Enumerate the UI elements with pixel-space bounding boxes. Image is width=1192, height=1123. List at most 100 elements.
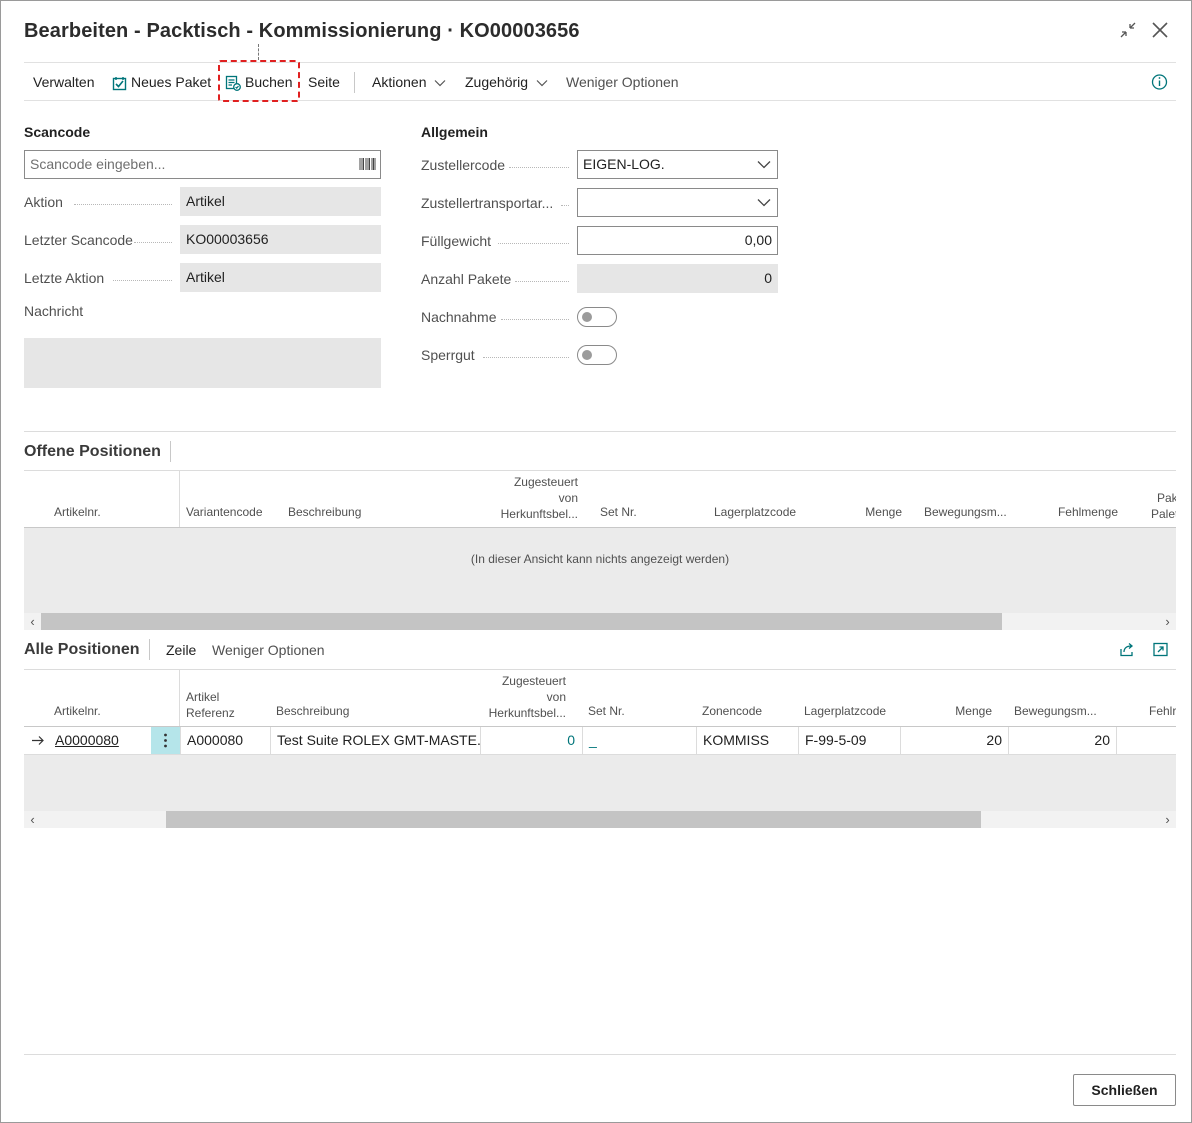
horizontal-scrollbar[interactable]: ‹ › [24, 613, 1176, 630]
col-zugesteuert-1[interactable]: Zugesteuert [478, 474, 578, 490]
zustellercode-select[interactable]: EIGEN-LOG. [577, 150, 778, 179]
focus-connector [258, 44, 259, 60]
footer-divider [24, 1054, 1176, 1055]
chevron-down-icon[interactable] [757, 198, 771, 207]
col-menge[interactable]: Menge [934, 703, 992, 719]
letzte-aktion-field: Artikel [180, 263, 381, 292]
weniger-optionen-button[interactable]: Weniger Optionen [566, 63, 679, 101]
aktionen-menu[interactable]: Aktionen [372, 63, 446, 101]
zustellertransportart-label: Zustellertransportar... [421, 195, 554, 211]
scroll-left-icon[interactable]: ‹ [24, 811, 41, 828]
zustellertransportart-select[interactable] [577, 188, 778, 217]
cell-zugesteuert[interactable]: 0 [481, 727, 581, 754]
col-set-nr[interactable]: Set Nr. [600, 504, 637, 520]
col-fehlmenge[interactable]: Fehlr [1149, 703, 1176, 719]
zustellercode-label: Zustellercode [421, 157, 506, 173]
zugehoerig-menu[interactable]: Zugehörig [465, 63, 548, 101]
col-artikelnr[interactable]: Artikelnr. [54, 504, 101, 520]
scancode-input[interactable]: Scancode eingeben... [24, 150, 381, 179]
offene-positionen-title: Offene Positionen [24, 443, 161, 460]
alle-positionen-grid: Artikelnr. Artikel Referenz Beschreibung… [24, 670, 1176, 830]
row-actions-button[interactable] [151, 727, 180, 754]
new-package-icon [112, 76, 127, 91]
schliessen-button[interactable]: Schließen [1073, 1074, 1176, 1106]
alle-positionen-title: Alle Positionen [24, 641, 140, 658]
divider [24, 431, 1176, 432]
col-zugesteuert-2: von [546, 690, 566, 704]
verwalten-menu[interactable]: Verwalten [33, 63, 94, 101]
field-dots [561, 205, 569, 206]
neues-paket-button[interactable]: Neues Paket [112, 63, 211, 101]
expand-icon[interactable] [1153, 642, 1168, 657]
nachnahme-label: Nachnahme [421, 309, 497, 325]
empty-area [24, 755, 1176, 811]
more-vertical-icon [164, 733, 167, 748]
chevron-down-icon [434, 79, 446, 87]
aktion-field: Artikel [180, 187, 381, 216]
neues-paket-label: Neues Paket [131, 74, 212, 90]
col-artikel-referenz-1[interactable]: Artikel [186, 689, 219, 705]
scroll-right-icon[interactable]: › [1159, 613, 1176, 630]
seite-menu[interactable]: Seite [308, 63, 340, 101]
table-row[interactable]: A0000080 A000080 Test Suite ROLEX GMT-MA… [24, 727, 1176, 755]
field-dots [113, 280, 172, 281]
aktion-label: Aktion [24, 194, 63, 210]
col-set-nr[interactable]: Set Nr. [588, 703, 625, 719]
field-dots [498, 243, 569, 244]
col-bewegungsmenge[interactable]: Bewegungsm... [924, 504, 1007, 520]
action-bar: Verwalten Neues Paket Buchen Seite Aktio… [24, 62, 1176, 101]
cell-bewegungsmenge[interactable]: 20 [1009, 727, 1116, 754]
scancode-section-title: Scancode [24, 124, 91, 140]
col-beschreibung[interactable]: Beschreibung [288, 504, 361, 520]
col-zugesteuert-2: von [558, 491, 578, 505]
col-zonencode[interactable]: Zonencode [702, 703, 762, 719]
nachnahme-toggle[interactable] [577, 307, 617, 327]
close-icon[interactable] [1149, 19, 1171, 41]
col-variantencode[interactable]: Variantencode [186, 504, 263, 520]
col-menge[interactable]: Menge [844, 504, 902, 520]
nachricht-label: Nachricht [24, 303, 84, 319]
letzte-aktion-label: Letzte Aktion [24, 270, 105, 286]
field-dots [483, 357, 569, 358]
collapse-icon[interactable] [1117, 19, 1139, 41]
horizontal-scrollbar[interactable]: ‹ › [24, 811, 1176, 828]
cell-menge[interactable]: 20 [901, 727, 1008, 754]
chevron-down-icon[interactable] [757, 160, 771, 169]
scroll-right-icon[interactable]: › [1159, 811, 1176, 828]
fuellgewicht-label: Füllgewicht [421, 233, 492, 249]
zugehoerig-label: Zugehörig [465, 74, 529, 90]
letzter-scancode-label: Letzter Scancode [24, 232, 133, 248]
nachricht-field [24, 338, 381, 388]
col-lagerplatzcode[interactable]: Lagerplatzcode [804, 703, 886, 719]
row-arrow-icon [28, 727, 48, 754]
fuellgewicht-input[interactable]: 0,00 [577, 226, 778, 255]
cell-artikelnr[interactable]: A0000080 [49, 727, 151, 754]
chevron-down-icon [536, 79, 548, 87]
focus-highlight [218, 60, 300, 102]
field-dots [515, 281, 569, 282]
sperrgut-toggle[interactable] [577, 345, 617, 365]
weniger-optionen-lines-button[interactable]: Weniger Optionen [212, 631, 325, 669]
cell-lagerplatzcode[interactable]: F-99-5-09 [799, 727, 900, 754]
info-icon[interactable] [1151, 63, 1168, 101]
col-zugesteuert-1[interactable]: Zugesteuert [466, 673, 566, 689]
col-paket-1[interactable]: Pak [1157, 490, 1176, 506]
cell-beschreibung[interactable]: Test Suite ROLEX GMT-MASTE... [271, 727, 480, 754]
share-icon[interactable] [1119, 642, 1136, 657]
cell-artikel-referenz[interactable]: A000080 [181, 727, 270, 754]
field-dots [134, 242, 172, 243]
col-artikel-referenz-2: Referenz [186, 706, 235, 720]
zeile-menu[interactable]: Zeile [166, 631, 196, 669]
dialog-window: Bearbeiten - Packtisch - Kommissionierun… [0, 0, 1192, 1123]
cell-zonencode[interactable]: KOMMISS [697, 727, 798, 754]
col-bewegungsmenge[interactable]: Bewegungsm... [1014, 703, 1097, 719]
cell-set-nr[interactable]: _ [583, 727, 696, 754]
scroll-left-icon[interactable]: ‹ [24, 613, 41, 630]
col-zugesteuert-3: Herkunftsbel... [500, 507, 578, 521]
col-beschreibung[interactable]: Beschreibung [276, 703, 349, 719]
field-dots [74, 204, 172, 205]
col-lagerplatzcode[interactable]: Lagerplatzcode [714, 504, 796, 520]
col-artikelnr[interactable]: Artikelnr. [54, 703, 101, 719]
col-fehlmenge[interactable]: Fehlmenge [1034, 504, 1118, 520]
barcode-icon[interactable] [359, 157, 376, 171]
